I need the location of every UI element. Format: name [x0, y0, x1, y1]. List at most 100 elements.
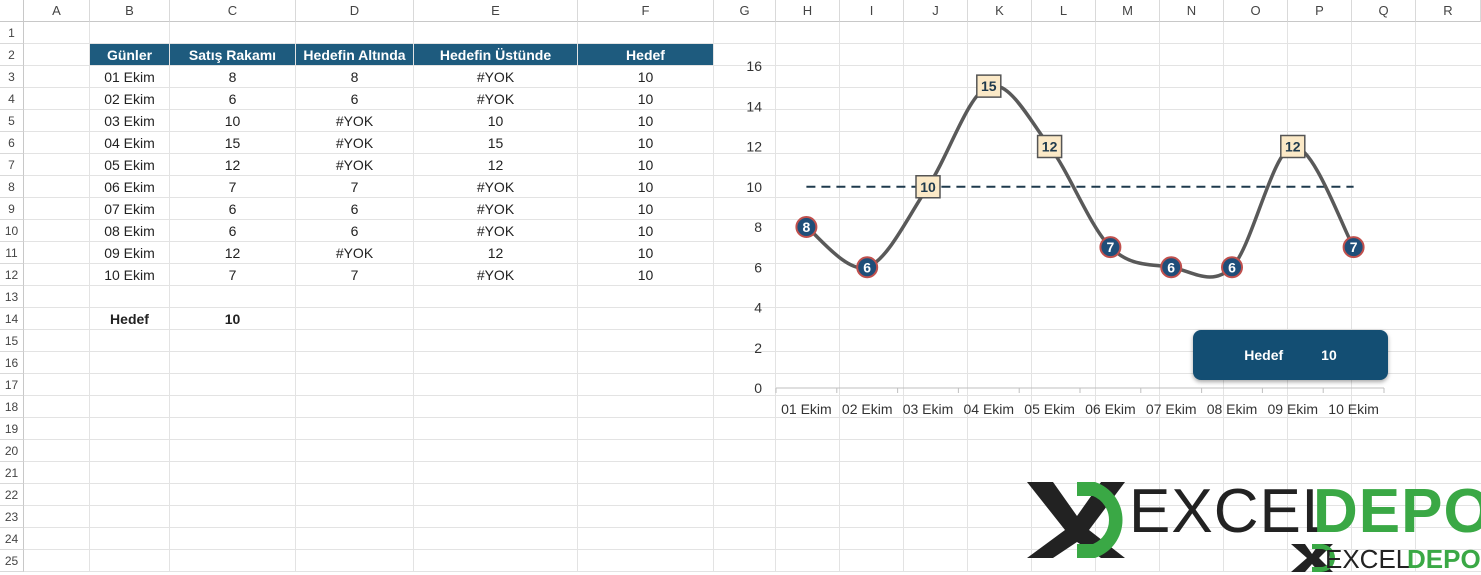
table-cell[interactable]: 04 Ekim: [90, 132, 169, 153]
table-cell[interactable]: #YOK: [296, 242, 413, 263]
table-cell[interactable]: 10: [578, 264, 713, 285]
table-cell[interactable]: 07 Ekim: [90, 198, 169, 219]
column-header-m[interactable]: M: [1096, 0, 1160, 22]
column-header-i[interactable]: I: [840, 0, 904, 22]
table-cell[interactable]: 03 Ekim: [90, 110, 169, 131]
row-header-15[interactable]: 15: [0, 330, 24, 352]
table-cell[interactable]: 10: [170, 110, 295, 131]
column-header-g[interactable]: G: [714, 0, 776, 22]
row-header-23[interactable]: 23: [0, 506, 24, 528]
table-cell[interactable]: #YOK: [296, 110, 413, 131]
table-cell[interactable]: 08 Ekim: [90, 220, 169, 241]
table-cell[interactable]: 7: [296, 264, 413, 285]
table-cell[interactable]: #YOK: [414, 220, 577, 241]
column-header-q[interactable]: Q: [1352, 0, 1416, 22]
row-header-21[interactable]: 21: [0, 462, 24, 484]
table-cell[interactable]: 10: [578, 242, 713, 263]
header-satis-rakami[interactable]: Satış Rakamı: [170, 44, 295, 65]
table-cell[interactable]: 6: [170, 198, 295, 219]
row-header-13[interactable]: 13: [0, 286, 24, 308]
table-cell[interactable]: 12: [414, 154, 577, 175]
table-cell[interactable]: 10: [414, 110, 577, 131]
table-cell[interactable]: 6: [170, 88, 295, 109]
table-cell[interactable]: #YOK: [296, 132, 413, 153]
column-header-l[interactable]: L: [1032, 0, 1096, 22]
table-cell[interactable]: 10: [578, 176, 713, 197]
table-cell[interactable]: 8: [170, 66, 295, 87]
table-cell[interactable]: 15: [414, 132, 577, 153]
table-cell[interactable]: 6: [170, 220, 295, 241]
row-header-14[interactable]: 14: [0, 308, 24, 330]
row-header-11[interactable]: 11: [0, 242, 24, 264]
row-header-1[interactable]: 1: [0, 22, 24, 44]
row-header-18[interactable]: 18: [0, 396, 24, 418]
table-cell[interactable]: 12: [170, 154, 295, 175]
table-cell[interactable]: 10: [578, 154, 713, 175]
table-cell[interactable]: 10: [578, 198, 713, 219]
column-header-r[interactable]: R: [1416, 0, 1481, 22]
header-hedef[interactable]: Hedef: [578, 44, 713, 65]
target-value-cell[interactable]: 10: [170, 308, 295, 329]
table-cell[interactable]: 10 Ekim: [90, 264, 169, 285]
target-display-box[interactable]: Hedef 10: [1193, 330, 1388, 380]
row-header-22[interactable]: 22: [0, 484, 24, 506]
table-cell[interactable]: 7: [296, 176, 413, 197]
table-cell[interactable]: 12: [170, 242, 295, 263]
table-cell[interactable]: 10: [578, 110, 713, 131]
column-header-b[interactable]: B: [90, 0, 170, 22]
row-header-17[interactable]: 17: [0, 374, 24, 396]
table-cell[interactable]: 7: [170, 176, 295, 197]
table-cell[interactable]: #YOK: [296, 154, 413, 175]
table-cell[interactable]: 15: [170, 132, 295, 153]
row-header-5[interactable]: 5: [0, 110, 24, 132]
row-header-19[interactable]: 19: [0, 418, 24, 440]
table-cell[interactable]: 02 Ekim: [90, 88, 169, 109]
table-cell[interactable]: 6: [296, 220, 413, 241]
table-cell[interactable]: 10: [578, 88, 713, 109]
table-cell[interactable]: 8: [296, 66, 413, 87]
table-cell[interactable]: 10: [578, 132, 713, 153]
row-header-10[interactable]: 10: [0, 220, 24, 242]
table-cell[interactable]: 09 Ekim: [90, 242, 169, 263]
table-cell[interactable]: 06 Ekim: [90, 176, 169, 197]
table-cell[interactable]: #YOK: [414, 264, 577, 285]
column-header-f[interactable]: F: [578, 0, 714, 22]
table-cell[interactable]: 6: [296, 198, 413, 219]
row-header-12[interactable]: 12: [0, 264, 24, 286]
column-header-k[interactable]: K: [968, 0, 1032, 22]
table-cell[interactable]: #YOK: [414, 198, 577, 219]
header-gunler[interactable]: Günler: [90, 44, 169, 65]
column-header-o[interactable]: O: [1224, 0, 1288, 22]
column-header-d[interactable]: D: [296, 0, 414, 22]
table-cell[interactable]: 05 Ekim: [90, 154, 169, 175]
row-header-16[interactable]: 16: [0, 352, 24, 374]
table-cell[interactable]: 10: [578, 66, 713, 87]
table-cell[interactable]: 6: [296, 88, 413, 109]
column-header-h[interactable]: H: [776, 0, 840, 22]
row-header-4[interactable]: 4: [0, 88, 24, 110]
table-cell[interactable]: 7: [170, 264, 295, 285]
row-header-6[interactable]: 6: [0, 132, 24, 154]
table-cell[interactable]: 12: [414, 242, 577, 263]
row-header-25[interactable]: 25: [0, 550, 24, 572]
table-cell[interactable]: #YOK: [414, 176, 577, 197]
table-cell[interactable]: #YOK: [414, 88, 577, 109]
column-header-n[interactable]: N: [1160, 0, 1224, 22]
column-header-c[interactable]: C: [170, 0, 296, 22]
row-header-24[interactable]: 24: [0, 528, 24, 550]
column-header-j[interactable]: J: [904, 0, 968, 22]
table-cell[interactable]: 10: [578, 220, 713, 241]
row-header-9[interactable]: 9: [0, 198, 24, 220]
row-header-7[interactable]: 7: [0, 154, 24, 176]
column-header-p[interactable]: P: [1288, 0, 1352, 22]
header-hedefin-ustunde[interactable]: Hedefin Üstünde: [414, 44, 577, 65]
row-header-8[interactable]: 8: [0, 176, 24, 198]
header-hedefin-altinda[interactable]: Hedefin Altında: [296, 44, 413, 65]
row-header-2[interactable]: 2: [0, 44, 24, 66]
row-header-20[interactable]: 20: [0, 440, 24, 462]
column-header-a[interactable]: A: [24, 0, 90, 22]
row-header-3[interactable]: 3: [0, 66, 24, 88]
table-cell[interactable]: 01 Ekim: [90, 66, 169, 87]
select-all-corner[interactable]: [0, 0, 24, 22]
table-cell[interactable]: #YOK: [414, 66, 577, 87]
